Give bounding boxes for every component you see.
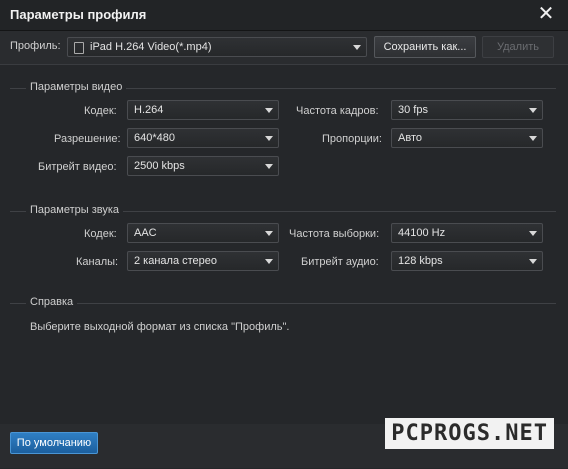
window-title: Параметры профиля bbox=[10, 7, 147, 22]
audio-bitrate-value: 128 kbps bbox=[398, 255, 443, 267]
audio-codec-select[interactable]: AAC bbox=[127, 223, 279, 243]
resolution-value: 640*480 bbox=[134, 132, 175, 144]
resolution-select[interactable]: 640*480 bbox=[127, 128, 279, 148]
video-codec-label: Кодек: bbox=[84, 105, 117, 117]
close-icon[interactable]: ✕ bbox=[536, 4, 556, 24]
audio-codec-label: Кодек: bbox=[84, 228, 117, 240]
video-bitrate-label: Битрейт видео: bbox=[38, 161, 117, 173]
divider bbox=[10, 303, 556, 304]
chevron-down-icon bbox=[265, 108, 273, 113]
profile-row: Профиль: iPad H.264 Video(*.mp4) Сохрани… bbox=[0, 34, 568, 60]
video-bitrate-value: 2500 kbps bbox=[134, 160, 185, 172]
device-icon bbox=[74, 42, 84, 54]
save-as-button[interactable]: Сохранить как... bbox=[374, 36, 476, 58]
samplerate-select[interactable]: 44100 Hz bbox=[391, 223, 543, 243]
chevron-down-icon bbox=[265, 231, 273, 236]
chevron-down-icon bbox=[529, 136, 537, 141]
samplerate-value: 44100 Hz bbox=[398, 227, 446, 239]
title-bar: Параметры профиля ✕ bbox=[0, 0, 568, 31]
chevron-down-icon bbox=[529, 231, 537, 236]
profile-value: iPad H.264 Video(*.mp4) bbox=[90, 41, 212, 53]
chevron-down-icon bbox=[265, 136, 273, 141]
watermark-logo: PCPROGS.NET bbox=[385, 418, 554, 449]
settings-panel: Параметры видео Кодек: H.264 Частота кад… bbox=[0, 64, 568, 469]
default-button[interactable]: По умолчанию bbox=[10, 432, 98, 454]
samplerate-label: Частота выборки: bbox=[289, 228, 380, 240]
audio-codec-value: AAC bbox=[134, 227, 157, 239]
aspect-select[interactable]: Авто bbox=[391, 128, 543, 148]
audio-section-title: Параметры звука bbox=[26, 204, 124, 216]
video-codec-select[interactable]: H.264 bbox=[127, 100, 279, 120]
audio-bitrate-select[interactable]: 128 kbps bbox=[391, 251, 543, 271]
audio-bitrate-label: Битрейт аудио: bbox=[301, 256, 379, 268]
channels-select[interactable]: 2 канала стерео bbox=[127, 251, 279, 271]
chevron-down-icon bbox=[265, 164, 273, 169]
framerate-label: Частота кадров: bbox=[296, 105, 379, 117]
video-codec-value: H.264 bbox=[134, 104, 164, 116]
aspect-label: Пропорции: bbox=[322, 133, 382, 145]
aspect-value: Авто bbox=[398, 132, 422, 144]
channels-label: Каналы: bbox=[76, 256, 119, 268]
resolution-label: Разрешение: bbox=[54, 133, 121, 145]
chevron-down-icon bbox=[353, 45, 361, 50]
framerate-value: 30 fps bbox=[398, 104, 428, 116]
chevron-down-icon bbox=[529, 108, 537, 113]
help-text: Выберите выходной формат из списка "Проф… bbox=[30, 321, 290, 333]
profile-label: Профиль: bbox=[10, 40, 61, 52]
channels-value: 2 канала стерео bbox=[134, 255, 218, 267]
chevron-down-icon bbox=[529, 259, 537, 264]
framerate-select[interactable]: 30 fps bbox=[391, 100, 543, 120]
profile-select[interactable]: iPad H.264 Video(*.mp4) bbox=[67, 37, 367, 57]
video-bitrate-select[interactable]: 2500 kbps bbox=[127, 156, 279, 176]
help-section-title: Справка bbox=[26, 296, 78, 308]
video-section-title: Параметры видео bbox=[26, 81, 127, 93]
chevron-down-icon bbox=[265, 259, 273, 264]
delete-button[interactable]: Удалить bbox=[482, 36, 554, 58]
